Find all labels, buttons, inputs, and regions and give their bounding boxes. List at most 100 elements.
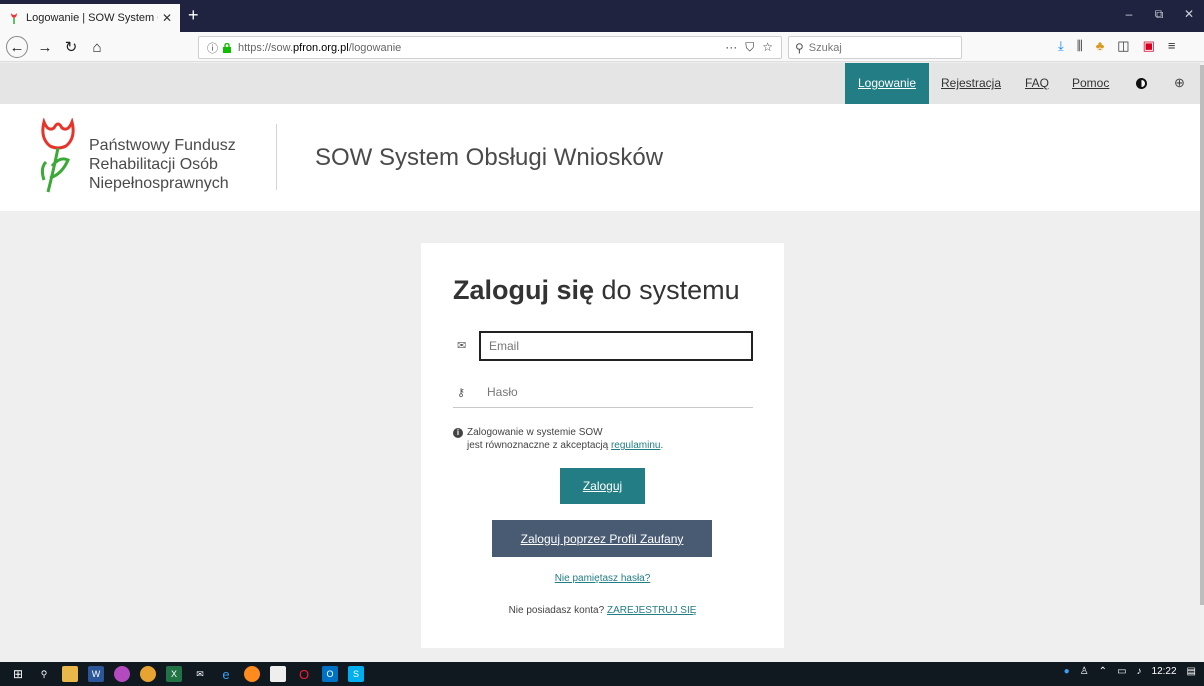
info-circle-icon: i: [453, 428, 463, 438]
clock[interactable]: 12:22: [1152, 666, 1177, 677]
skype-icon[interactable]: S: [348, 666, 364, 682]
windows-start-icon[interactable]: ⊞: [10, 666, 26, 682]
close-window-button[interactable]: ✕: [1174, 0, 1204, 28]
pocket-save-icon[interactable]: ⛉: [745, 40, 754, 55]
volume-icon[interactable]: ♪: [1137, 666, 1142, 677]
no-account-text: Nie posiadasz konta?: [508, 605, 607, 616]
restore-button[interactable]: ⧉: [1144, 0, 1174, 28]
battery-icon[interactable]: ▭: [1117, 666, 1126, 677]
terms-notice: i Zalogowanie w systemie SOW jest równozn…: [453, 426, 663, 452]
email-row: ✉: [453, 331, 753, 361]
system-tray: ● ♙ ⌃ ▭ ♪ 12:22 ▤: [1064, 666, 1196, 677]
close-tab-icon[interactable]: ✕: [162, 11, 172, 25]
url-domain: pfron.org.pl: [293, 41, 349, 54]
sidebar-icon[interactable]: ◫: [1117, 38, 1129, 54]
chevron-up-icon[interactable]: ⌃: [1099, 666, 1107, 677]
trusted-profile-login-button[interactable]: Zaloguj poprzez Profil Zaufany: [492, 520, 712, 557]
notice-line2: jest równoznaczne z akceptacją regulamin…: [453, 439, 663, 452]
contrast-icon[interactable]: [1136, 78, 1147, 89]
page-actions-icon[interactable]: ···: [725, 40, 737, 55]
app-icon[interactable]: [114, 666, 130, 682]
mail-icon[interactable]: ✉: [192, 666, 208, 682]
notepad-icon[interactable]: [270, 666, 286, 682]
nav-help-link[interactable]: Pomoc: [1072, 63, 1109, 104]
people-icon[interactable]: ♙: [1080, 666, 1089, 677]
edge-icon[interactable]: e: [218, 666, 234, 682]
forgot-password-link[interactable]: Nie pamiętasz hasła?: [555, 573, 651, 584]
firefox-icon[interactable]: [244, 666, 260, 682]
notice-line2-post: .: [660, 440, 664, 451]
browser-tab[interactable]: Logowanie | SOW System Obsł ✕: [0, 4, 180, 32]
window-controls: – ⧉ ✕: [1114, 0, 1204, 28]
extension-icon[interactable]: ♣: [1096, 38, 1105, 54]
header-divider: [276, 124, 277, 190]
library-icon[interactable]: ⫼: [1077, 38, 1083, 54]
login-button[interactable]: Zaloguj: [560, 468, 645, 504]
email-field[interactable]: [479, 331, 753, 361]
notifications-icon[interactable]: ▤: [1187, 666, 1196, 677]
excel-icon[interactable]: X: [166, 666, 182, 682]
register-link[interactable]: ZAREJESTRUJ SIĘ: [607, 605, 696, 616]
home-icon[interactable]: ⌂: [86, 36, 108, 58]
envelope-icon: ✉: [457, 340, 467, 352]
browser-nav-bar: ← → ↻ ⌂ ⓘ https://sow. pfron.org.pl/logow…: [0, 32, 1204, 62]
org-name-line3: Niepełnosprawnych: [89, 175, 229, 192]
url-bar[interactable]: ⓘ https://sow. pfron.org.pl/logowanie ···…: [198, 36, 782, 59]
windows-taskbar: ⊞ ⚲ W X ✉ e O O S ● ♙ ⌃ ▭ ♪ 12:22 ▤: [0, 662, 1204, 686]
zoom-icon[interactable]: ⊕: [1174, 75, 1185, 91]
forward-icon[interactable]: →: [34, 36, 56, 58]
search-placeholder: Szukaj: [808, 41, 842, 54]
system-title: SOW System Obsługi Wniosków: [315, 144, 664, 171]
reload-icon[interactable]: ↻: [60, 36, 82, 58]
minimize-button[interactable]: –: [1114, 0, 1144, 28]
outlook-icon[interactable]: O: [322, 666, 338, 682]
menu-icon[interactable]: ≡: [1168, 38, 1176, 54]
new-tab-button[interactable]: +: [188, 6, 199, 24]
site-header: Państwowy Fundusz Rehabilitacji Osób Nie…: [0, 104, 1200, 211]
login-heading-bold: Zaloguj się: [453, 275, 595, 305]
pocket-icon[interactable]: ▣: [1143, 38, 1155, 54]
nav-login-link[interactable]: Logowanie: [845, 63, 929, 104]
login-heading: Zaloguj się do systemu: [453, 275, 740, 306]
toolbar-icons: ⤓ ⫼ ♣ ◫ ▣ ≡: [1058, 38, 1175, 54]
word-icon[interactable]: W: [88, 666, 104, 682]
nav-register-link[interactable]: Rejestracja: [941, 63, 1001, 104]
url-path: /logowanie: [348, 41, 402, 54]
page-scrollbar[interactable]: [1200, 63, 1204, 662]
tab-title: Logowanie | SOW System Obsł: [26, 12, 158, 24]
url-actions: ··· ⛉ ☆: [725, 40, 773, 55]
key-icon: ⚷: [457, 387, 466, 399]
search-icon: ⚲: [795, 40, 804, 55]
url-prefix: https://sow.: [238, 41, 294, 54]
notice-line1: Zalogowanie w systemie SOW: [467, 427, 603, 438]
download-icon[interactable]: ⤓: [1058, 38, 1064, 54]
lock-icon: [223, 42, 231, 53]
scrollbar-thumb[interactable]: [1200, 65, 1204, 605]
forgot-password: Nie pamiętasz hasła?: [421, 573, 784, 584]
nav-faq-link[interactable]: FAQ: [1025, 63, 1049, 104]
password-row: ⚷: [453, 378, 753, 408]
org-name-line1: Państwowy Fundusz: [89, 137, 236, 154]
opera-icon[interactable]: O: [296, 666, 312, 682]
browser-tab-bar: Logowanie | SOW System Obsł ✕ + – ⧉ ✕: [0, 0, 1204, 32]
login-heading-rest: do systemu: [594, 275, 740, 305]
password-field[interactable]: [479, 378, 753, 406]
site-top-nav: Logowanie Rejestracja FAQ Pomoc ⊕: [0, 63, 1200, 104]
taskbar-icons: ⊞ ⚲ W X ✉ e O O S: [10, 666, 364, 682]
file-explorer-icon[interactable]: [62, 666, 78, 682]
org-name-line2: Rehabilitacji Osób: [89, 156, 218, 173]
search-icon[interactable]: ⚲: [36, 666, 52, 682]
login-card: Zaloguj się do systemu ✉ ⚷ i Zalogowanie …: [421, 243, 784, 648]
bookmark-star-icon[interactable]: ☆: [762, 40, 773, 55]
browser-search-bar[interactable]: ⚲ Szukaj: [788, 36, 962, 59]
no-account: Nie posiadasz konta? ZAREJESTRUJ SIĘ: [421, 605, 784, 616]
notice-line2-pre: jest równoznaczne z akceptacją: [467, 440, 611, 451]
pfron-tulip-logo: [40, 118, 75, 193]
info-icon[interactable]: ⓘ: [207, 40, 218, 56]
terms-link[interactable]: regulaminu: [611, 440, 660, 451]
org-name: Państwowy Fundusz Rehabilitacji Osób Nie…: [89, 136, 236, 193]
tulip-favicon-icon: [11, 13, 17, 24]
chrome-icon[interactable]: [140, 666, 156, 682]
back-icon[interactable]: ←: [6, 36, 28, 58]
network-status-icon[interactable]: ●: [1064, 666, 1070, 677]
